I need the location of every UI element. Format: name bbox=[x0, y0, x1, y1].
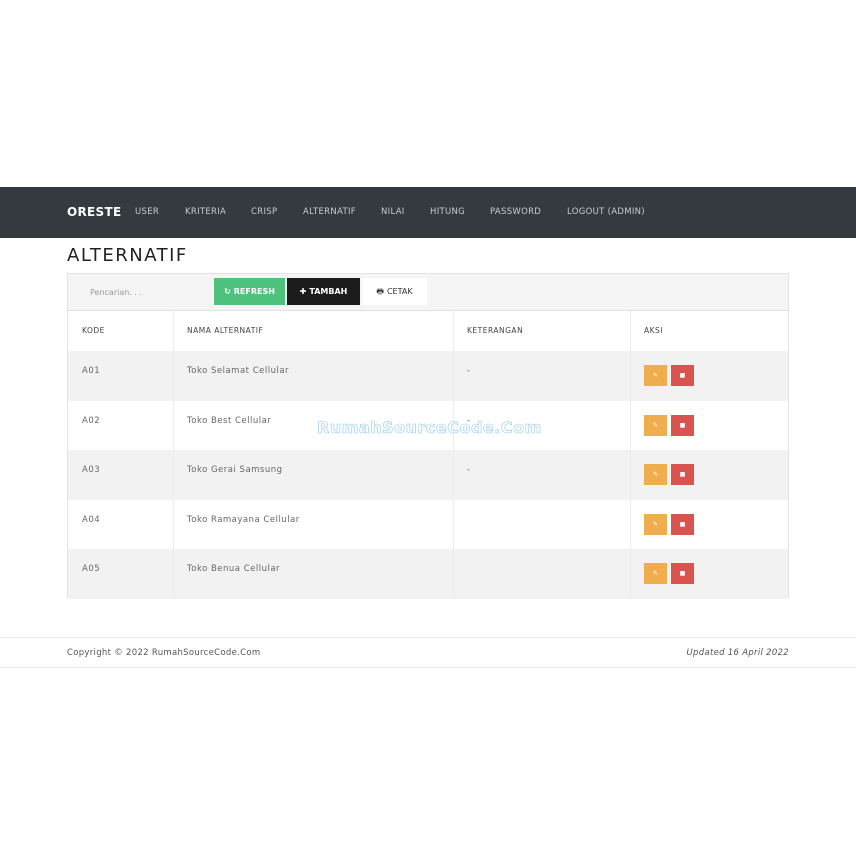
edit-icon: ✎ bbox=[652, 570, 659, 578]
trash-icon: ■ bbox=[679, 372, 686, 379]
search-input[interactable] bbox=[80, 279, 210, 305]
edit-icon: ✎ bbox=[652, 471, 659, 479]
header-nama: NAMA ALTERNATIF bbox=[187, 326, 264, 335]
cell-kode: A04 bbox=[82, 514, 101, 525]
nav-item-nilai[interactable]: NILAI bbox=[381, 187, 405, 238]
copyright-text: Copyright © 2022 RumahSourceCode.Com bbox=[67, 648, 261, 658]
cell-kode: A03 bbox=[82, 465, 101, 476]
table-row: A05 Toko Benua Cellular ✎ ■ bbox=[68, 549, 788, 599]
delete-button[interactable]: ■ bbox=[671, 365, 694, 386]
refresh-button[interactable]: ↻ REFRESH bbox=[214, 278, 285, 305]
plus-icon: ✚ bbox=[299, 287, 307, 296]
cell-kode: A02 bbox=[82, 415, 101, 426]
header-keterangan: KETERANGAN bbox=[467, 326, 524, 335]
toolbar: ↻REFRESH ✚TAMBAH 🖶CETAK bbox=[68, 274, 788, 311]
cell-kode: A01 bbox=[82, 366, 101, 376]
column-divider bbox=[173, 311, 174, 599]
table-row: A03 Toko Gerai Samsung - ✎ ■ bbox=[68, 450, 788, 500]
footer: Copyright © 2022 RumahSourceCode.Com Upd… bbox=[0, 637, 856, 668]
watermark: RumahSourceCode.Com bbox=[317, 418, 542, 438]
edit-button[interactable]: ✎ bbox=[644, 513, 667, 535]
cell-kode: A05 bbox=[82, 564, 101, 575]
navbar: ORESTE USER KRITERIA CRISP ALTERNATIF NI… bbox=[0, 187, 856, 238]
table-row: A04 Toko Ramayana Cellular ✎ ■ bbox=[68, 500, 788, 550]
cell-nama: Toko Benua Cellular bbox=[187, 564, 281, 575]
cell-nama: Toko Best Cellular bbox=[187, 415, 272, 426]
trash-icon: ■ bbox=[679, 520, 686, 528]
header-aksi: AKSI bbox=[644, 326, 664, 335]
delete-button[interactable]: ■ bbox=[671, 414, 694, 436]
cell-keterangan: - bbox=[467, 366, 471, 376]
delete-button[interactable]: ■ bbox=[671, 513, 694, 535]
nav-item-hitung[interactable]: HITUNG bbox=[430, 187, 465, 238]
column-divider bbox=[630, 311, 631, 599]
cetak-label: CETAK bbox=[386, 287, 413, 296]
header-kode: KODE bbox=[82, 326, 105, 335]
edit-button[interactable]: ✎ bbox=[644, 464, 667, 486]
trash-icon: ■ bbox=[679, 421, 686, 429]
edit-icon: ✎ bbox=[652, 520, 659, 528]
nav-item-crisp[interactable]: CRISP bbox=[251, 187, 277, 238]
nav-item-logout[interactable]: LOGOUT (ADMIN) bbox=[567, 187, 645, 238]
refresh-icon: ↻ bbox=[224, 287, 231, 296]
page-title: ALTERNATIF bbox=[67, 245, 188, 266]
nav-item-alternatif[interactable]: ALTERNATIF bbox=[303, 187, 356, 238]
cell-nama: Toko Selamat Cellular bbox=[187, 366, 290, 376]
column-divider bbox=[453, 311, 454, 599]
table-row: A01 Toko Selamat Cellular - ✎ ■ bbox=[68, 351, 788, 401]
brand[interactable]: ORESTE bbox=[67, 187, 121, 238]
nav-item-kriteria[interactable]: KRITERIA bbox=[185, 187, 226, 238]
edit-button[interactable]: ✎ bbox=[644, 365, 667, 386]
trash-icon: ■ bbox=[679, 570, 686, 578]
cell-nama: Toko Ramayana Cellular bbox=[187, 514, 300, 525]
delete-button[interactable]: ■ bbox=[671, 464, 694, 486]
edit-icon: ✎ bbox=[652, 421, 659, 429]
tambah-button[interactable]: ✚ TAMBAH bbox=[287, 278, 360, 305]
nav-item-user[interactable]: USER bbox=[135, 187, 159, 238]
updated-text: Updated 16 April 2022 bbox=[686, 648, 789, 658]
tambah-label: TAMBAH bbox=[309, 287, 348, 296]
print-icon: 🖶 bbox=[376, 287, 384, 296]
nav-item-password[interactable]: PASSWORD bbox=[490, 187, 541, 238]
cetak-button[interactable]: 🖶 CETAK bbox=[362, 278, 427, 305]
edit-button[interactable]: ✎ bbox=[644, 563, 667, 585]
edit-icon: ✎ bbox=[652, 372, 659, 379]
trash-icon: ■ bbox=[679, 471, 686, 479]
refresh-label: REFRESH bbox=[233, 287, 275, 296]
cell-nama: Toko Gerai Samsung bbox=[187, 465, 283, 476]
delete-button[interactable]: ■ bbox=[671, 563, 694, 585]
table-header: KODE NAMA ALTERNATIF KETERANGAN AKSI bbox=[68, 311, 788, 352]
cell-keterangan: - bbox=[467, 465, 471, 476]
edit-button[interactable]: ✎ bbox=[644, 414, 667, 436]
